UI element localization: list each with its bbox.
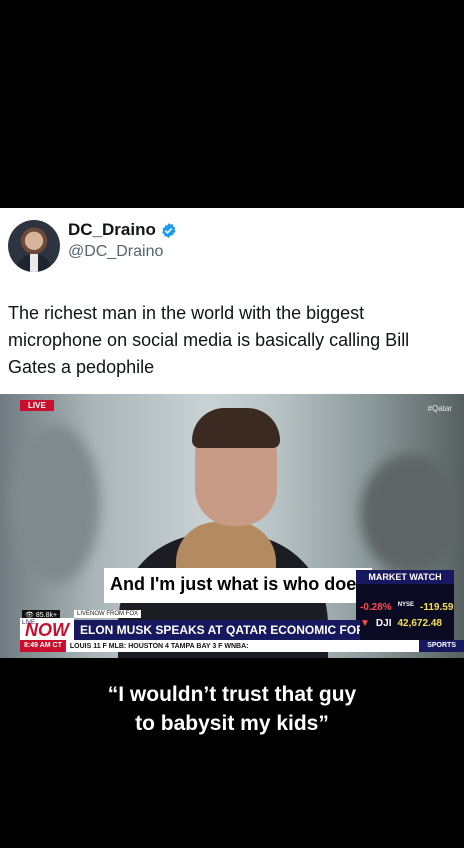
author-name[interactable]: DC_Draino xyxy=(68,220,156,240)
live-tag: LIVE xyxy=(20,400,54,411)
avatar-shirt xyxy=(30,254,38,272)
market-row-1-pct: -0.28% xyxy=(360,602,392,613)
market-watch-title: MARKET WATCH xyxy=(356,570,454,584)
speaker-hair xyxy=(192,408,280,448)
market-row-2-label: DJI xyxy=(375,618,392,629)
market-row-2: ▼ DJI 42,672.48 xyxy=(360,618,442,629)
avatar[interactable] xyxy=(8,220,60,272)
tweet-card: DC_Draino @DC_Draino The richest man in … xyxy=(0,208,464,394)
market-row-2-value: 42,672.48 xyxy=(397,618,442,629)
market-watch-panel: -0.28% NYSE -119.59 ▼ DJI 42,672.48 xyxy=(356,584,454,640)
author-name-row[interactable]: DC_Draino xyxy=(68,220,177,240)
ticker-text: LOUIS 11 F MLB: HOUSTON 4 TAMPA BAY 3 F … xyxy=(69,642,249,650)
market-row-1-value: -119.59 xyxy=(420,602,454,613)
hashtag: #Qatar xyxy=(427,404,452,413)
down-arrow-icon: ▼ xyxy=(360,618,370,629)
news-headline: ELON MUSK SPEAKS AT QATAR ECONOMIC FORUM xyxy=(74,620,360,640)
verified-badge-icon xyxy=(161,222,176,238)
author-handle[interactable]: @DC_Draino xyxy=(68,243,163,261)
livenow-label: LIVENOW FROM FOX xyxy=(74,610,142,618)
now-logo-live: LIVE xyxy=(22,620,36,626)
ticker-sports-label: SPORTS xyxy=(419,640,464,652)
video-caption: And I'm just what is who does xyxy=(104,568,373,603)
market-row-1: -0.28% NYSE -119.59 xyxy=(360,602,453,613)
video-subtitle: “I wouldn’t trust that guy to babysit my… xyxy=(0,680,464,738)
video-player[interactable]: LIVE #Qatar And I'm just what is who doe… xyxy=(0,394,464,658)
background-blur-left xyxy=(10,424,100,584)
background-blur-right xyxy=(360,454,460,574)
subtitle-line-2: to babysit my kids” xyxy=(135,712,329,735)
tweet-text: The richest man in the world with the bi… xyxy=(8,303,410,377)
subtitle-line-1: “I wouldn’t trust that guy xyxy=(107,683,357,706)
news-ticker: 8:49 AM CT LOUIS 11 F MLB: HOUSTON 4 TAM… xyxy=(20,640,464,652)
ticker-time: 8:49 AM CT xyxy=(20,640,66,652)
market-row-1-label: NYSE xyxy=(397,602,415,608)
